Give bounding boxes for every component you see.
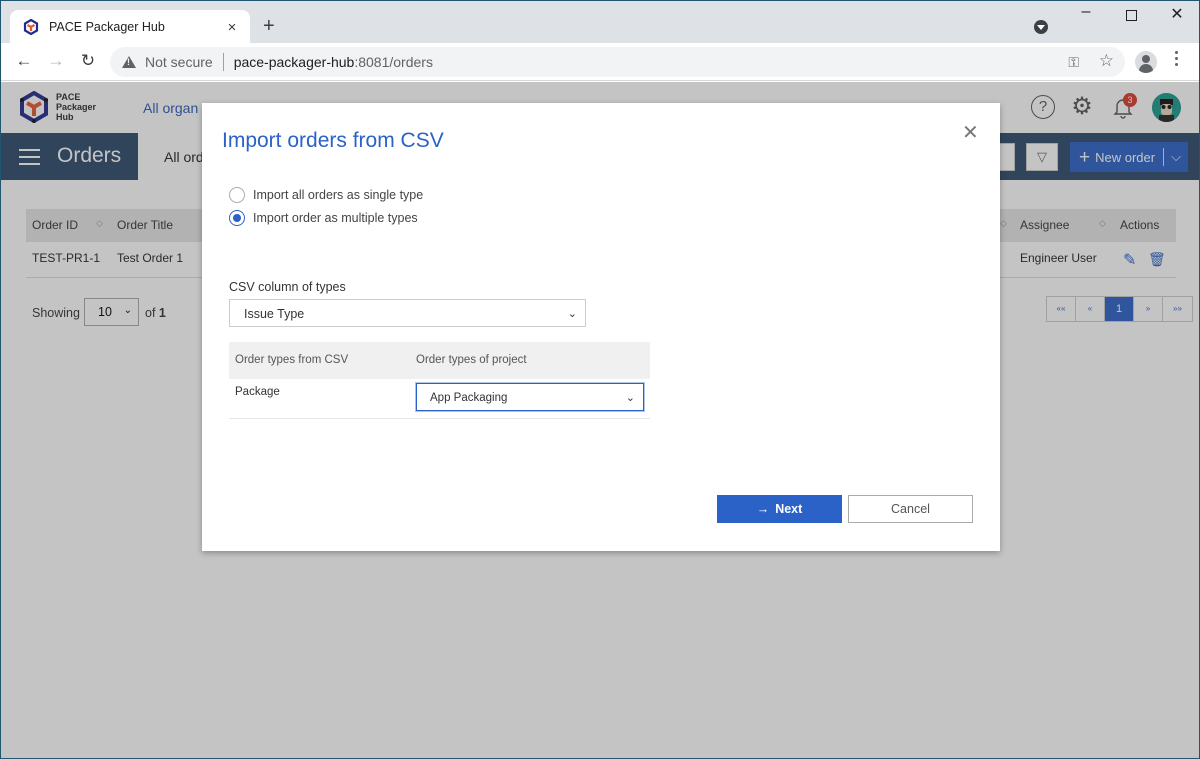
browser-menu-icon[interactable] bbox=[1175, 51, 1179, 69]
radio-single-type[interactable]: Import all orders as single type bbox=[229, 187, 423, 203]
csv-column-value: Issue Type bbox=[244, 307, 305, 321]
radio-label: Import all orders as single type bbox=[253, 188, 424, 202]
csv-column-label: CSV column of types bbox=[229, 280, 346, 294]
browser-tab[interactable]: PACE Packager Hub × bbox=[10, 10, 250, 44]
key-icon[interactable]: ⚿ bbox=[1068, 54, 1079, 71]
radio-button-checked[interactable] bbox=[229, 210, 245, 226]
tab-close-icon[interactable]: × bbox=[224, 19, 240, 36]
project-type-value: App Packaging bbox=[430, 392, 508, 404]
column-header-csv-types: Order types from CSV bbox=[235, 354, 349, 366]
new-tab-button[interactable]: + bbox=[263, 15, 275, 37]
browser-window: PACE Packager Hub × + – ✕ ← → ↻ Not secu… bbox=[0, 0, 1200, 759]
csv-column-select[interactable]: Issue Type ⌄ bbox=[229, 299, 586, 327]
window-close-button[interactable]: ✕ bbox=[1167, 4, 1187, 24]
tab-title: PACE Packager Hub bbox=[49, 20, 165, 34]
chevron-down-icon: ⌄ bbox=[567, 308, 577, 320]
minimize-button[interactable]: – bbox=[1076, 3, 1096, 21]
next-button[interactable]: → Next bbox=[717, 495, 842, 523]
tab-strip: PACE Packager Hub × + – ✕ bbox=[1, 1, 1199, 44]
maximize-icon bbox=[1125, 10, 1137, 21]
radio-multiple-types[interactable]: Import order as multiple types bbox=[229, 210, 418, 226]
type-mapping-table: Order types from CSV Order types of proj… bbox=[229, 342, 650, 419]
media-control-icon[interactable] bbox=[1034, 20, 1048, 34]
radio-label: Import order as multiple types bbox=[253, 211, 418, 225]
csv-type-cell: Package bbox=[235, 386, 280, 398]
close-icon[interactable]: ✕ bbox=[962, 120, 979, 145]
project-type-select[interactable]: App Packaging ⌄ bbox=[416, 383, 644, 411]
url-path: :8081/orders bbox=[354, 54, 433, 70]
security-label[interactable]: Not secure bbox=[145, 54, 213, 70]
maximize-button[interactable] bbox=[1121, 5, 1141, 24]
cancel-button[interactable]: Cancel bbox=[848, 495, 973, 523]
forward-icon[interactable]: → bbox=[46, 51, 66, 71]
url-host: pace-packager-hub bbox=[233, 54, 355, 70]
profile-avatar-icon[interactable] bbox=[1135, 51, 1157, 73]
pace-favicon-icon bbox=[23, 19, 39, 35]
import-csv-dialog: Import orders from CSV ✕ Import all orde… bbox=[202, 103, 1000, 551]
mapping-header: Order types from CSV Order types of proj… bbox=[229, 342, 650, 379]
dialog-title: Import orders from CSV bbox=[222, 129, 444, 152]
omnibox-divider bbox=[222, 53, 224, 71]
bookmark-star-icon[interactable]: ☆ bbox=[1099, 51, 1114, 71]
browser-toolbar: ← → ↻ Not secure pace-packager-hub:8081/… bbox=[1, 43, 1199, 81]
back-icon[interactable]: ← bbox=[14, 51, 34, 71]
mapping-row: Package App Packaging ⌄ bbox=[229, 379, 650, 419]
column-header-project-types: Order types of project bbox=[416, 354, 527, 366]
next-label: Next bbox=[775, 502, 803, 516]
url-text[interactable]: pace-packager-hub:8081/orders bbox=[234, 54, 433, 70]
radio-button[interactable] bbox=[229, 187, 245, 203]
reload-icon[interactable]: ↻ bbox=[78, 51, 98, 71]
arrow-right-icon: → bbox=[756, 502, 770, 516]
address-bar[interactable]: Not secure pace-packager-hub:8081/orders… bbox=[110, 47, 1125, 77]
chevron-down-icon: ⌄ bbox=[625, 392, 635, 404]
warning-icon bbox=[122, 56, 136, 68]
